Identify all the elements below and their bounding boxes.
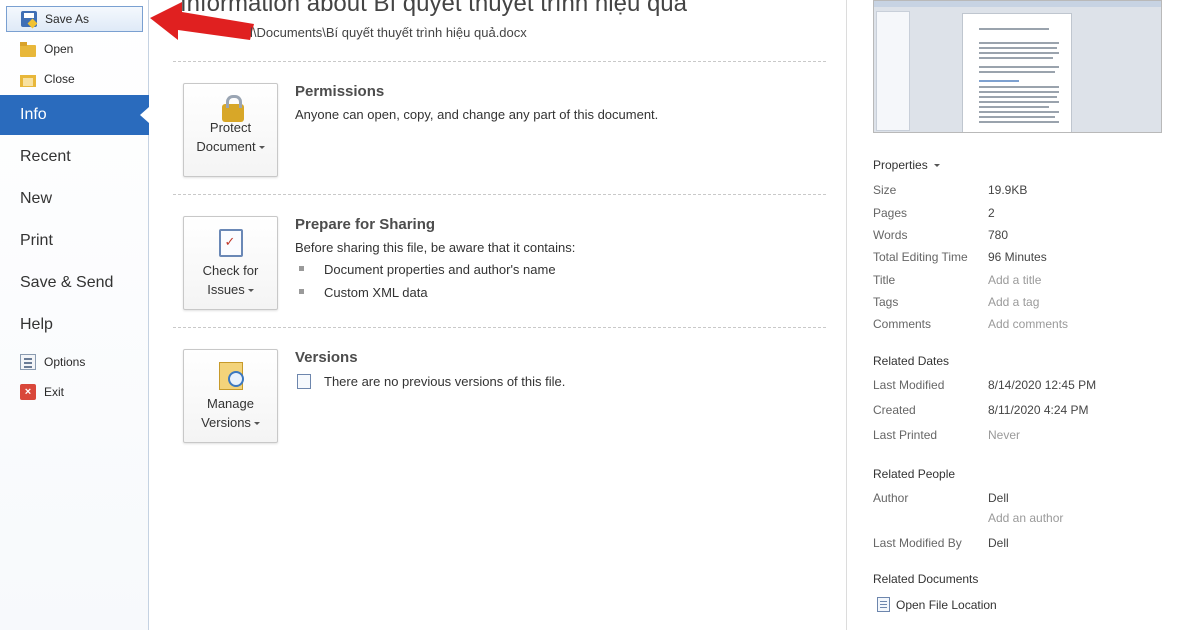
properties-header: Properties xyxy=(873,158,928,172)
related-dates-header: Related Dates xyxy=(873,354,950,368)
chevron-down-icon xyxy=(247,289,254,293)
check-label-2: Issues xyxy=(207,282,245,297)
sharing-text: Before sharing this file, be aware that … xyxy=(295,240,576,255)
last-modified-by-value[interactable]: Dell xyxy=(988,536,1009,550)
versions-heading: Versions xyxy=(295,349,358,366)
page-title: Information about Bí quyết thuyết trình … xyxy=(180,0,687,17)
prop-key: Words xyxy=(873,228,908,242)
check-label-1: Check for xyxy=(202,263,259,278)
document-preview-thumbnail[interactable] xyxy=(873,0,1162,133)
versions-icon xyxy=(218,362,244,390)
sharing-heading: Prepare for Sharing xyxy=(295,216,436,233)
options-label: Options xyxy=(44,355,86,369)
divider xyxy=(173,61,826,62)
close-label: Close xyxy=(44,72,75,86)
prop-key: Total Editing Time xyxy=(873,250,968,264)
prop-key: Created xyxy=(873,403,916,417)
options-icon xyxy=(20,354,36,370)
exit-icon: × xyxy=(20,384,36,400)
prop-key: Comments xyxy=(873,317,932,331)
tab-info[interactable]: Info xyxy=(0,95,149,135)
bullet-icon xyxy=(299,266,304,271)
related-documents-header: Related Documents xyxy=(873,572,979,586)
open-command[interactable]: Open xyxy=(6,36,143,62)
tab-help[interactable]: Help xyxy=(0,305,149,345)
exit-command[interactable]: × Exit xyxy=(6,379,143,405)
related-people-header: Related People xyxy=(873,467,956,481)
protect-label-2: Document xyxy=(196,139,256,154)
prop-value-words: 780 xyxy=(988,228,1009,242)
properties-dropdown[interactable]: Properties xyxy=(873,158,940,172)
backstage-nav: Save As Open Close Info Recent New Print… xyxy=(0,0,149,630)
prop-value-editing-time: 96 Minutes xyxy=(988,250,1047,264)
sharing-item: Document properties and author's name xyxy=(324,262,556,277)
prop-key: Last Printed xyxy=(873,428,938,442)
tab-new[interactable]: New xyxy=(0,179,149,219)
save-as-icon xyxy=(21,11,37,27)
prop-key: Last Modified xyxy=(873,378,945,392)
prop-key: Author xyxy=(873,491,909,505)
versions-text: There are no previous versions of this f… xyxy=(324,374,566,389)
close-command[interactable]: Close xyxy=(6,66,143,92)
checklist-icon xyxy=(218,229,243,257)
tags-field[interactable]: Add a tag xyxy=(988,295,1039,309)
prop-key: Pages xyxy=(873,206,908,220)
manage-versions-button[interactable]: Manage Versions xyxy=(183,349,278,443)
bullet-icon xyxy=(299,289,304,294)
created-value: 8/11/2020 4:24 PM xyxy=(988,403,1089,417)
tab-save-send[interactable]: Save & Send xyxy=(0,263,149,303)
author-value[interactable]: Dell xyxy=(988,491,1009,505)
open-label: Open xyxy=(44,42,74,56)
prop-key: Last Modified By xyxy=(873,536,962,550)
versions-label-2: Versions xyxy=(201,415,251,430)
chevron-down-icon xyxy=(933,164,940,168)
add-author-field[interactable]: Add an author xyxy=(988,511,1063,525)
options-command[interactable]: Options xyxy=(6,349,143,375)
sharing-item: Custom XML data xyxy=(324,285,428,300)
divider xyxy=(173,327,826,328)
last-modified-value: 8/14/2020 12:45 PM xyxy=(988,378,1097,392)
check-for-issues-button[interactable]: Check for Issues xyxy=(183,216,278,310)
file-path: l\Documents\Bí quyết thuyết trình hiệu q… xyxy=(250,25,527,40)
document-icon xyxy=(297,374,311,389)
title-field[interactable]: Add a title xyxy=(988,273,1041,287)
last-printed-value: Never xyxy=(988,428,1021,442)
divider xyxy=(173,194,826,195)
prop-value-pages: 2 xyxy=(988,206,995,220)
tab-recent[interactable]: Recent xyxy=(0,137,149,177)
lock-icon xyxy=(222,95,244,122)
prop-key: Tags xyxy=(873,295,899,309)
prop-key: Size xyxy=(873,183,897,197)
chevron-down-icon xyxy=(253,422,260,426)
save-as-label: Save As xyxy=(45,12,90,26)
tab-print[interactable]: Print xyxy=(0,221,149,261)
versions-label-1: Manage xyxy=(207,396,254,411)
prop-value-size: 19.9KB xyxy=(988,183,1028,197)
open-folder-icon xyxy=(20,42,36,57)
prop-key: Title xyxy=(873,273,896,287)
open-file-location-link[interactable]: Open File Location xyxy=(896,598,997,612)
comments-field[interactable]: Add comments xyxy=(988,317,1068,331)
chevron-down-icon xyxy=(258,146,265,150)
document-icon xyxy=(877,597,890,612)
permissions-text: Anyone can open, copy, and change any pa… xyxy=(295,107,659,122)
close-file-icon xyxy=(20,75,36,87)
exit-label: Exit xyxy=(44,385,65,399)
save-as-command[interactable]: Save As xyxy=(6,6,143,32)
permissions-heading: Permissions xyxy=(295,83,385,100)
protect-document-button[interactable]: Protect Document xyxy=(183,83,278,177)
